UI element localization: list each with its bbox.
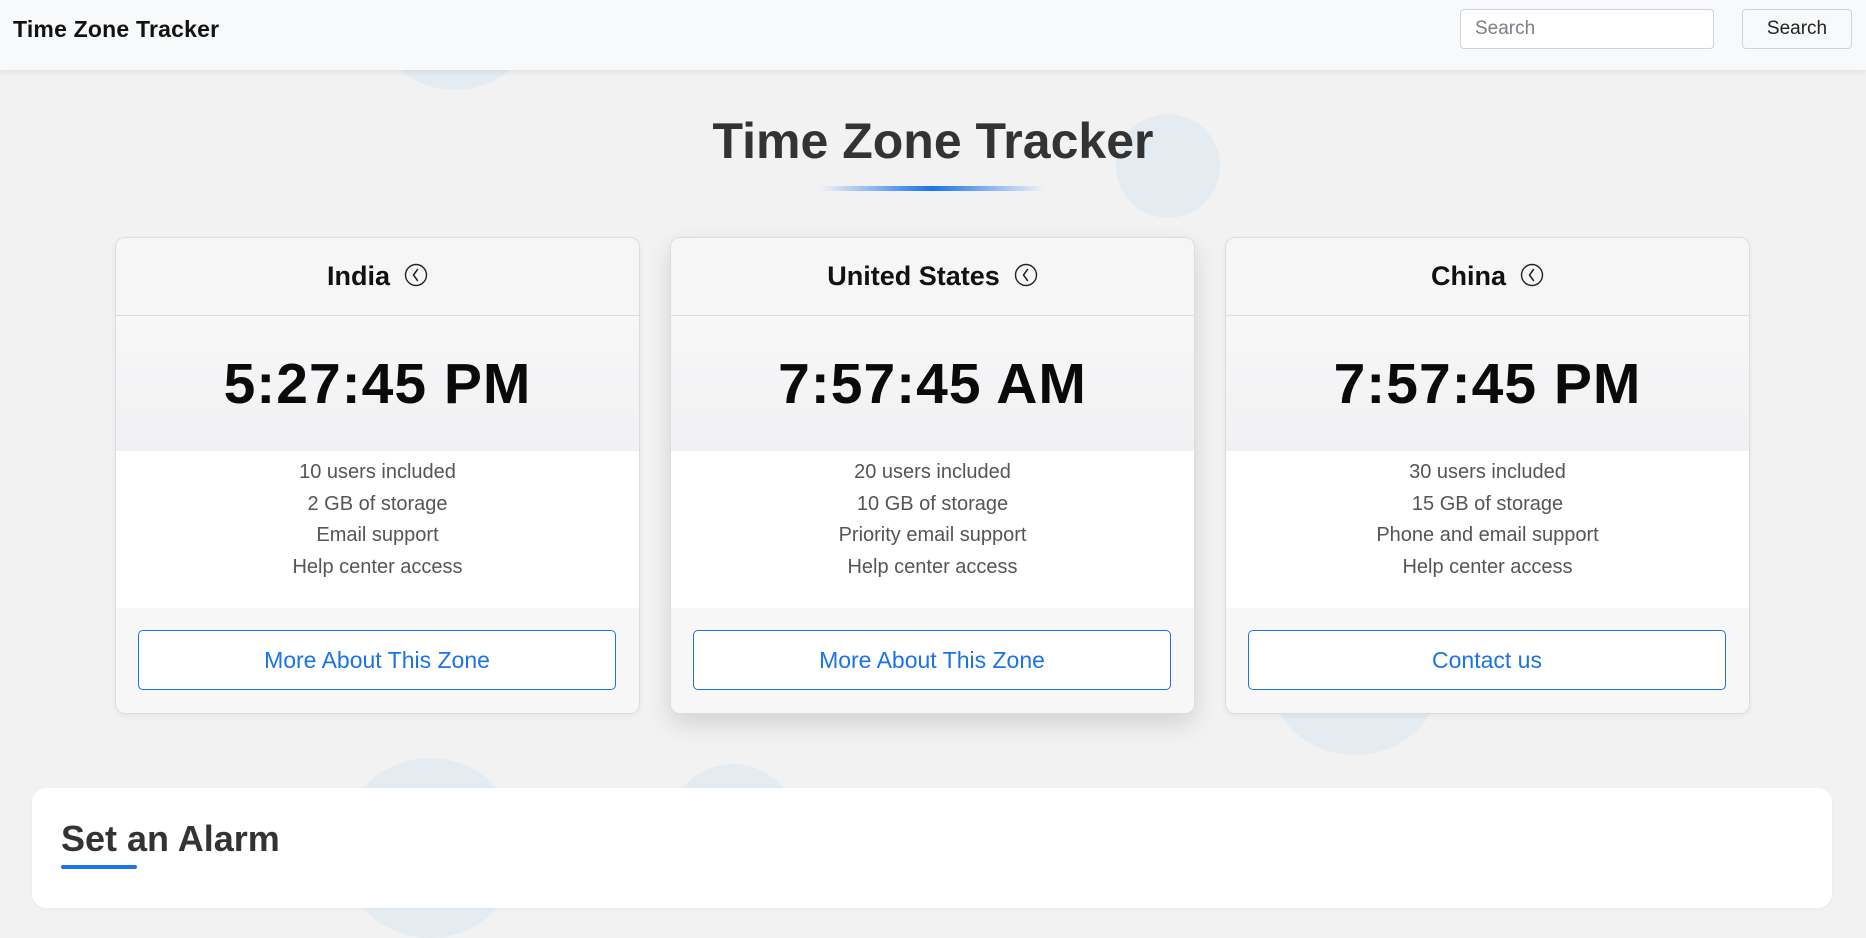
title-underline	[820, 186, 1044, 191]
more-about-zone-button[interactable]: More About This Zone	[693, 630, 1171, 690]
search-input[interactable]	[1460, 9, 1714, 49]
feature-item: 15 GB of storage	[1411, 492, 1564, 515]
feature-item: Help center access	[1402, 555, 1573, 578]
feature-item: Help center access	[292, 555, 463, 578]
card-header: China	[1226, 238, 1749, 316]
card-footer: Contact us	[1226, 608, 1749, 713]
timezone-card-united-states: United States 7:57:45 AM 20 users includ…	[670, 237, 1195, 714]
search-button[interactable]: Search	[1742, 9, 1852, 49]
time-display: 7:57:45 AM	[778, 351, 1087, 416]
feature-item: Email support	[316, 524, 439, 546]
time-area: 7:57:45 AM	[671, 316, 1194, 451]
time-area: 7:57:45 PM	[1226, 316, 1749, 451]
page-title: Time Zone Tracker	[712, 113, 1154, 169]
time-area: 5:27:45 PM	[116, 316, 639, 451]
brand-link[interactable]: Time Zone Tracker	[13, 16, 219, 43]
alarm-title-underline	[61, 865, 137, 869]
feature-list: 10 users included 2 GB of storage Email …	[116, 451, 639, 604]
contact-us-button[interactable]: Contact us	[1248, 630, 1726, 690]
card-country: China	[1430, 261, 1506, 291]
feature-list: 30 users included 15 GB of storage Phone…	[1226, 451, 1749, 604]
feature-item: 20 users included	[854, 461, 1011, 483]
timezone-card-india: India 5:27:45 PM 10 users included 2 GB …	[115, 237, 640, 714]
feature-list: 20 users included 10 GB of storage Prior…	[671, 451, 1194, 604]
card-header: India	[116, 238, 639, 316]
card-header: United States	[671, 238, 1194, 316]
clock-icon[interactable]	[1520, 263, 1544, 287]
feature-item: 10 GB of storage	[856, 492, 1009, 515]
feature-item: Priority email support	[838, 524, 1027, 546]
more-about-zone-button[interactable]: More About This Zone	[138, 630, 616, 690]
card-footer: More About This Zone	[116, 608, 639, 713]
feature-item: 10 users included	[299, 461, 456, 483]
clock-icon[interactable]	[1014, 263, 1038, 287]
feature-item: Help center access	[847, 555, 1018, 578]
navbar: Time Zone Tracker Search	[0, 0, 1866, 70]
timezone-card-china: China 7:57:45 PM 30 users included 15 GB…	[1225, 237, 1750, 714]
feature-item: Phone and email support	[1376, 524, 1599, 546]
clock-icon[interactable]	[404, 263, 428, 287]
feature-item: 2 GB of storage	[307, 492, 448, 515]
alarm-section: Set an Alarm	[32, 788, 1832, 908]
feature-item: 30 users included	[1409, 461, 1566, 483]
time-display: 7:57:45 PM	[1333, 351, 1642, 416]
card-country: India	[326, 261, 390, 291]
card-country: United States	[827, 261, 1000, 291]
alarm-title: Set an Alarm	[61, 818, 280, 859]
card-footer: More About This Zone	[671, 608, 1194, 713]
time-display: 5:27:45 PM	[223, 351, 532, 416]
